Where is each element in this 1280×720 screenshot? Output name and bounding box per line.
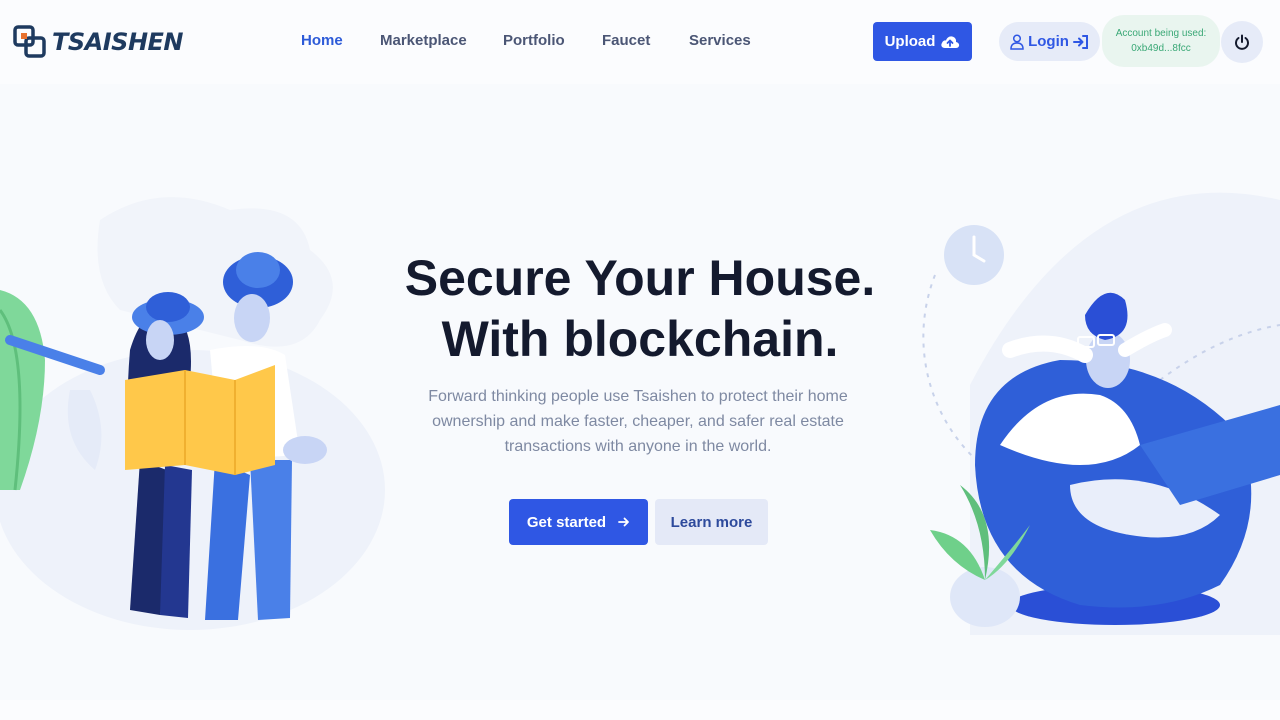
site-header: TSAISHEN Home Marketplace Portfolio Fauc…	[0, 0, 1280, 84]
hero-title-line2: With blockchain.	[441, 311, 839, 367]
power-icon	[1235, 34, 1249, 50]
hero-title: Secure Your House. With blockchain.	[340, 248, 940, 370]
learn-more-button[interactable]: Learn more	[655, 499, 768, 545]
nav-faucet[interactable]: Faucet	[602, 32, 650, 49]
upload-label: Upload	[884, 33, 936, 50]
account-address: 0xb49d...8fcc	[1131, 43, 1191, 54]
sign-in-icon	[1072, 34, 1088, 49]
page-bottom-edge	[0, 700, 1280, 720]
account-label: Account being used:	[1115, 28, 1207, 39]
nav-home[interactable]: Home	[301, 32, 343, 49]
logout-button[interactable]	[1221, 21, 1263, 63]
login-button[interactable]: Login	[999, 22, 1100, 61]
nav-portfolio[interactable]: Portfolio	[503, 32, 565, 49]
get-started-button[interactable]: Get started	[509, 499, 648, 545]
relaxing-person-illustration	[922, 192, 1280, 635]
arrow-right-icon	[618, 517, 629, 527]
account-indicator: Account being used: 0xb49d...8fcc	[1102, 15, 1220, 67]
learn-more-label: Learn more	[670, 513, 753, 531]
hero-title-line1: Secure Your House.	[404, 250, 876, 306]
upload-button[interactable]: Upload	[873, 22, 972, 61]
get-started-label: Get started	[526, 513, 607, 531]
nav-services[interactable]: Services	[689, 32, 751, 49]
explorers-illustration	[0, 197, 385, 630]
login-label: Login	[1028, 33, 1069, 50]
cloud-upload-icon	[941, 35, 960, 48]
hero-subtitle: Forward thinking people use Tsaishen to …	[428, 388, 848, 455]
nav-marketplace[interactable]: Marketplace	[380, 32, 467, 49]
user-icon	[1010, 33, 1024, 50]
